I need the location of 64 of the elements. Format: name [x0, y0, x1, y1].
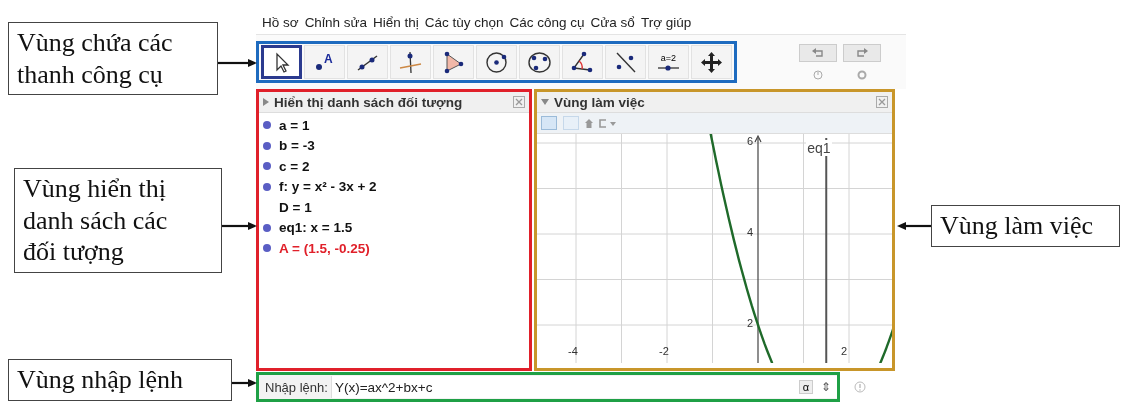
spinner-control[interactable]: ⇕ — [821, 380, 831, 394]
leader-arrow — [232, 378, 257, 388]
axis-label: 2 — [746, 317, 753, 329]
menu-item[interactable]: Hiển thị — [372, 14, 419, 30]
menu-item[interactable]: Các tùy chọn — [424, 14, 504, 30]
visibility-dot[interactable] — [263, 182, 271, 191]
object-entry[interactable]: f: y = x² - 3x + 2 — [279, 179, 377, 195]
visibility-dot[interactable] — [263, 223, 271, 232]
panel-title: Hiển thị danh sách đối tượng — [274, 94, 464, 110]
axis-label: 2 — [841, 345, 848, 357]
axis-label: -2 — [659, 345, 669, 357]
point-capture-icon — [599, 118, 617, 128]
symbol-button[interactable]: α — [798, 380, 813, 394]
object-entry[interactable]: a = 1 — [279, 117, 310, 133]
axis-label: 6 — [746, 135, 753, 147]
menu-item[interactable]: Chỉnh sửa — [304, 14, 367, 30]
callout-label: Vùng nhập lệnh — [8, 359, 232, 401]
visibility-dot[interactable] — [263, 121, 271, 130]
input-label: Nhập lệnh: — [265, 379, 328, 395]
close-icon — [513, 96, 525, 108]
menu-item[interactable]: Cửa sổ — [590, 14, 635, 30]
circle-icon — [484, 49, 509, 75]
menu-item[interactable]: Trợ giúp — [640, 14, 692, 30]
collapse-icon — [541, 99, 549, 105]
leader-arrow — [897, 221, 931, 231]
point-label: A — [324, 51, 333, 66]
perpendicular-lines-icon — [398, 49, 423, 75]
object-entry[interactable]: b = -3 — [279, 138, 315, 154]
input-field[interactable]: Y(x)=ax^2+bx+c α ⇕ — [330, 376, 837, 398]
visibility-dot[interactable] — [263, 244, 271, 253]
leader-arrow — [222, 221, 257, 231]
axis-label: -4 — [568, 345, 578, 357]
callout-label: Vùng hiển thị danh sách các đối tượng — [14, 168, 222, 274]
panel-title: Vùng làm việc — [554, 94, 646, 110]
object-entry[interactable]: eq1: x = 1.5 — [279, 220, 353, 236]
object-entry[interactable]: A = (1.5, -0.25) — [279, 240, 370, 256]
tool-button[interactable]: A — [304, 45, 345, 79]
help-small-icon — [813, 70, 823, 80]
undo-icon — [811, 48, 825, 58]
four-way-arrow-icon — [699, 49, 724, 75]
angle-icon — [570, 49, 595, 75]
expand-icon — [263, 98, 269, 106]
object-entry[interactable]: c = 2 — [279, 158, 310, 174]
callout-label: Vùng chứa các thanh công cụ — [8, 22, 218, 96]
axes-toggle-button[interactable] — [541, 116, 557, 130]
line-label: eq1 — [806, 140, 832, 156]
menu-item[interactable]: Hồ sơ — [262, 14, 299, 30]
object-entry[interactable]: D = 1 — [279, 199, 312, 215]
axis-label: 4 — [746, 226, 753, 238]
callout-label: Vùng làm việc — [931, 205, 1120, 247]
redo-icon — [855, 48, 869, 58]
settings-icon — [857, 70, 867, 80]
tool-button[interactable]: a=2 — [648, 45, 689, 79]
tool-button[interactable] — [261, 45, 302, 79]
menu-item[interactable]: Các công cụ — [509, 14, 585, 30]
grid-toggle-button[interactable] — [563, 116, 579, 130]
slider-label: a=2 — [660, 52, 677, 63]
leader-arrow — [218, 58, 257, 68]
home-icon — [585, 118, 593, 128]
close-icon — [876, 96, 888, 108]
circle-points-icon — [527, 49, 552, 75]
visibility-dot[interactable] — [263, 162, 271, 171]
visibility-dot[interactable] — [263, 141, 271, 150]
help-icon — [854, 381, 866, 393]
